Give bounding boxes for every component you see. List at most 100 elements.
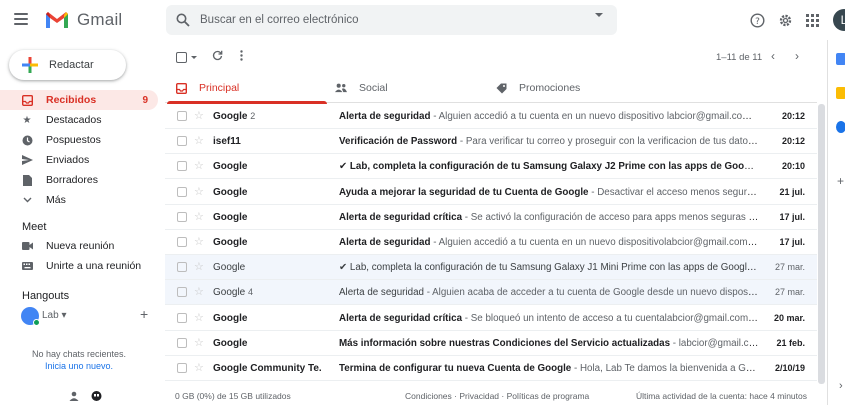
email-date: 21 feb. xyxy=(776,337,805,348)
chevron-down-icon xyxy=(21,194,33,206)
thread-count: 2 xyxy=(250,111,256,121)
sidebar-item-sent[interactable]: Enviados xyxy=(0,150,158,170)
next-page-chevron-right-icon[interactable]: › xyxy=(795,49,799,63)
keep-icon[interactable] xyxy=(836,87,845,99)
row-checkbox[interactable] xyxy=(177,287,187,298)
email-subject: Termina de configurar tu nueva Cuenta de… xyxy=(339,363,572,374)
meet-item-label: Nueva reunión xyxy=(46,240,115,252)
email-sender: Google 2 xyxy=(213,111,256,122)
footer-links[interactable]: Condiciones · Privacidad · Políticas de … xyxy=(405,391,589,401)
sidebar-item-label: Borradores xyxy=(46,174,98,186)
sidebar-item-starred[interactable]: ★ Destacados xyxy=(0,110,158,130)
row-checkbox[interactable] xyxy=(177,363,187,373)
tasks-icon[interactable] xyxy=(836,121,845,133)
select-all-checkbox[interactable] xyxy=(176,52,187,63)
tab-social[interactable]: Social xyxy=(325,73,485,103)
email-subject: Alerta de seguridad crítica xyxy=(339,211,463,223)
email-date: 17 jul. xyxy=(779,237,805,247)
hangouts-user[interactable]: Lab ▾ xyxy=(21,307,67,326)
search-options-caret-icon[interactable] xyxy=(595,13,603,17)
sidebar-item-snoozed[interactable]: Pospuestos xyxy=(0,130,158,150)
gmail-logo[interactable]: Gmail xyxy=(45,10,122,30)
contacts-person-icon[interactable] xyxy=(68,390,80,402)
sidebar-item-inbox[interactable]: Recibidos 9 xyxy=(0,90,158,110)
top-bar: Gmail ? L xyxy=(0,0,845,40)
meet-new-meeting[interactable]: Nueva reunión xyxy=(0,236,158,256)
settings-icon[interactable] xyxy=(776,11,794,29)
search-bar[interactable] xyxy=(166,5,617,35)
scrollbar[interactable] xyxy=(818,104,825,384)
sidebar-item-drafts[interactable]: Borradores xyxy=(0,170,158,190)
search-input[interactable] xyxy=(200,12,580,28)
star-icon[interactable]: ☆ xyxy=(194,361,204,374)
email-row[interactable]: ☆ Google Community Te. Termina de configu… xyxy=(165,356,817,381)
row-checkbox[interactable] xyxy=(177,312,187,323)
star-icon[interactable]: ☆ xyxy=(194,260,204,273)
tab-promociones[interactable]: Promociones xyxy=(485,73,645,103)
row-checkbox[interactable] xyxy=(177,262,187,273)
row-checkbox[interactable] xyxy=(177,237,187,247)
row-checkbox[interactable] xyxy=(177,186,187,197)
meet-item-label: Unirte a una reunión xyxy=(46,260,142,272)
email-row[interactable]: ☆ Google Más información sobre nuestras C… xyxy=(165,331,817,356)
row-checkbox[interactable] xyxy=(177,136,187,147)
star-icon[interactable]: ☆ xyxy=(194,134,204,147)
help-icon[interactable]: ? xyxy=(748,11,766,29)
new-chat-plus-icon[interactable]: + xyxy=(140,306,148,322)
start-new-chat-link[interactable]: Inicia uno nuevo. xyxy=(0,361,158,371)
sidebar-item-more[interactable]: Más xyxy=(0,190,158,210)
email-row[interactable]: ☆ Google Alerta de seguridad - Alguien ac… xyxy=(165,230,817,255)
row-checkbox[interactable] xyxy=(177,161,187,172)
side-panel: + › xyxy=(827,40,845,405)
people-icon xyxy=(335,82,347,94)
star-icon[interactable]: ☆ xyxy=(194,109,204,122)
star-icon[interactable]: ☆ xyxy=(194,235,204,248)
email-date: 20:12 xyxy=(781,111,805,121)
star-icon[interactable]: ☆ xyxy=(194,311,204,324)
refresh-icon[interactable] xyxy=(212,50,223,64)
email-subject-snippet: Termina de configurar tu nueva Cuenta de… xyxy=(339,363,759,374)
email-sender: Google xyxy=(213,262,246,274)
email-row[interactable]: ☆ Google 2 Alerta de seguridad - Alguien a… xyxy=(165,104,817,129)
more-options-icon[interactable] xyxy=(240,50,243,64)
email-snippet: - Alguien accedió a tu cuenta en un nuev… xyxy=(430,111,759,122)
calendar-icon[interactable] xyxy=(836,53,845,65)
menu-icon[interactable] xyxy=(14,13,28,25)
email-row[interactable]: ☆ Google Alerta de seguridad crítica - Se… xyxy=(165,306,817,331)
email-sender: Google 4 xyxy=(213,287,254,299)
star-icon[interactable]: ☆ xyxy=(194,210,204,223)
email-subject: Alerta de seguridad xyxy=(339,287,424,299)
star-icon[interactable]: ☆ xyxy=(194,336,204,349)
row-checkbox[interactable] xyxy=(177,337,187,348)
storage-usage[interactable]: 0 GB (0%) de 15 GB utilizados xyxy=(175,391,291,401)
add-ons-plus-icon[interactable]: + xyxy=(837,174,844,188)
email-row[interactable]: ☆ Google 4 Alerta de seguridad - Alguien a… xyxy=(165,280,817,306)
star-icon[interactable]: ☆ xyxy=(194,185,204,198)
row-checkbox[interactable] xyxy=(177,111,187,121)
last-activity[interactable]: Última actividad de la cuenta: hace 4 mi… xyxy=(636,391,807,401)
email-subject-snippet: Ayuda a mejorar la seguridad de tu Cuent… xyxy=(339,187,759,198)
email-subject-snippet: ✔ Lab, completa la configuración de tu S… xyxy=(339,262,759,273)
email-row[interactable]: ☆ Google ✔ Lab, completa la configuración… xyxy=(165,255,817,281)
previous-page-chevron-left-icon[interactable]: ‹ xyxy=(771,49,775,63)
email-subject-snippet: Alerta de seguridad - Alguien accedió a … xyxy=(339,237,759,248)
compose-button[interactable]: Redactar xyxy=(9,50,126,80)
keyboard-icon xyxy=(21,260,33,272)
tab-principal[interactable]: Principal xyxy=(165,73,327,104)
hangouts-chat-icon[interactable] xyxy=(90,390,102,402)
meet-join-meeting[interactable]: Unirte a una reunión xyxy=(0,256,158,276)
apps-icon[interactable] xyxy=(803,11,821,29)
star-icon[interactable]: ☆ xyxy=(194,159,204,172)
account-avatar[interactable]: L xyxy=(833,9,845,31)
email-row[interactable]: ☆ isef11 Verificación de Password - Para … xyxy=(165,129,817,155)
email-row[interactable]: ☆ Google Alerta de seguridad crítica - Se… xyxy=(165,205,817,230)
tab-label: Principal xyxy=(199,82,240,94)
email-row[interactable]: ☆ Google ✔ Lab, completa la configuración… xyxy=(165,154,817,180)
search-icon[interactable] xyxy=(176,13,190,27)
expand-panel-chevron-icon[interactable]: › xyxy=(839,380,843,392)
row-checkbox[interactable] xyxy=(177,211,187,222)
select-options-caret-icon[interactable] xyxy=(191,56,197,59)
email-row[interactable]: ☆ Google Ayuda a mejorar la seguridad de … xyxy=(165,180,817,205)
email-subject: ✔ Lab, completa la configuración de tu S… xyxy=(339,161,759,173)
star-icon[interactable]: ☆ xyxy=(194,285,204,298)
